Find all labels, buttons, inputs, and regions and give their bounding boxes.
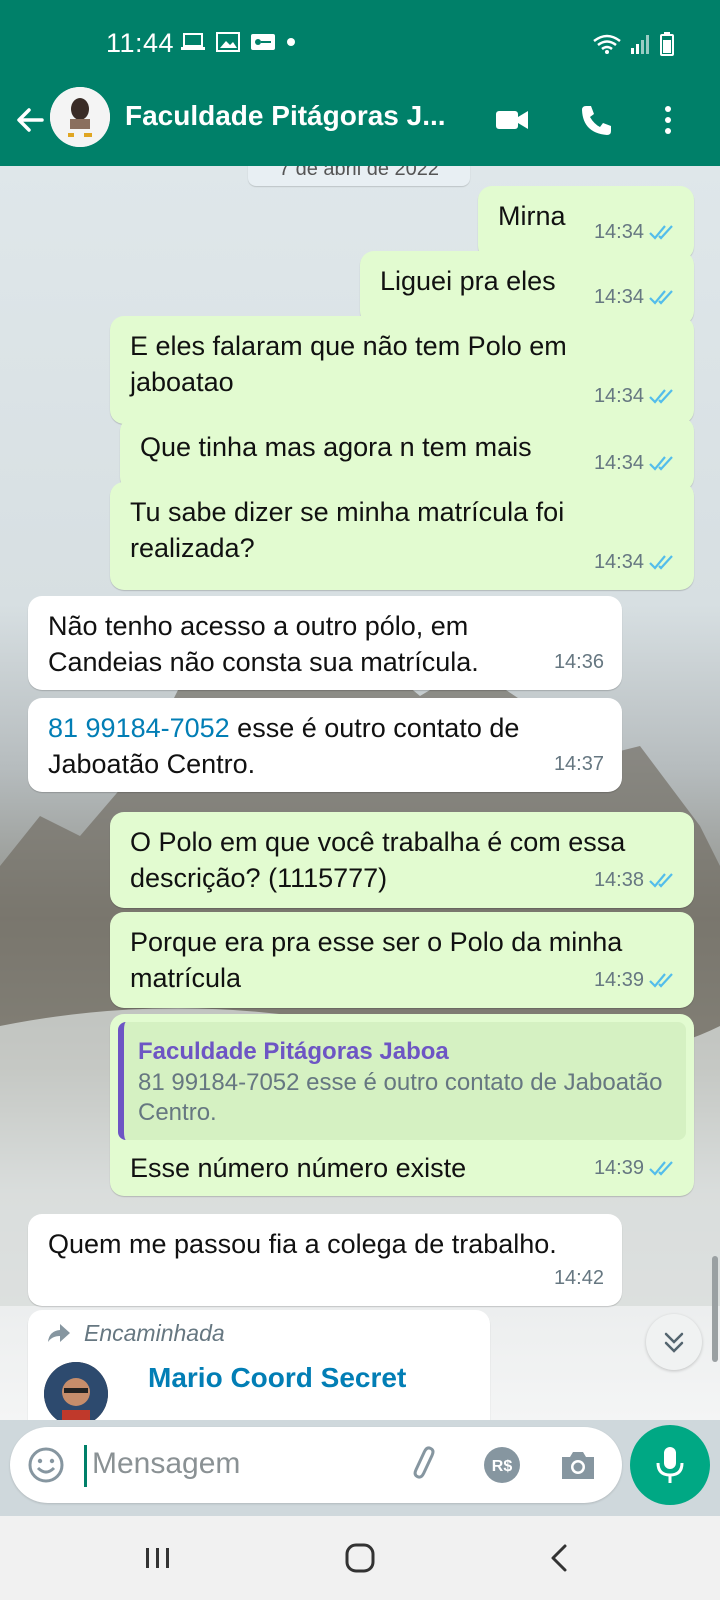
double-check-icon xyxy=(649,873,673,888)
contact-card-name[interactable]: Mario Coord Secret xyxy=(148,1362,406,1394)
composer-bar: Mensagem R$ xyxy=(0,1420,720,1508)
more-options-icon[interactable] xyxy=(650,102,686,138)
message-input-field[interactable]: Mensagem R$ xyxy=(10,1427,622,1503)
message-time: 14:34 xyxy=(593,452,644,474)
message-bubble-incoming[interactable]: Não tenho acesso a outro pólo, em Candei… xyxy=(28,596,622,690)
contact-card-avatar xyxy=(44,1362,108,1420)
forwarded-contact-message[interactable]: Encaminhada Mario Coord Secret xyxy=(28,1310,490,1420)
message-meta: 14:39 xyxy=(594,962,676,998)
home-icon[interactable] xyxy=(338,1536,382,1580)
message-text: Porque era pra esse ser o Polo da minha … xyxy=(130,927,623,993)
message-text: Não tenho acesso a outro pólo, em Candei… xyxy=(48,611,479,677)
message-bubble-reply[interactable]: Faculdade Pitágoras Jaboa 81 99184-7052 … xyxy=(110,1014,694,1196)
double-chevron-down-icon xyxy=(664,1332,684,1353)
chat-header: Faculdade Pitágoras J... xyxy=(0,82,720,166)
quoted-message[interactable]: Faculdade Pitágoras Jaboa 81 99184-7052 … xyxy=(118,1022,686,1140)
message-time: 14:34 xyxy=(593,551,644,573)
message-bubble-outgoing[interactable]: Mirna 14:34 xyxy=(478,186,694,260)
microphone-icon xyxy=(656,1447,684,1483)
message-time: 14:37 xyxy=(553,753,604,775)
laptop-icon xyxy=(181,33,205,50)
avatar-image xyxy=(50,87,110,147)
message-time: 14:34 xyxy=(593,286,644,308)
wifi-icon xyxy=(593,34,621,54)
scroll-to-bottom-button[interactable] xyxy=(646,1314,702,1370)
contact-card-photo xyxy=(44,1362,108,1420)
double-check-icon xyxy=(649,555,673,570)
contact-avatar[interactable] xyxy=(50,87,110,147)
message-time: 14:34 xyxy=(593,221,644,243)
message-text: Tu sabe dizer se minha matrícula foi rea… xyxy=(130,497,565,563)
signal-icon xyxy=(631,35,649,54)
camera-icon[interactable] xyxy=(558,1445,598,1485)
recent-apps-icon[interactable] xyxy=(136,1536,180,1580)
message-time: 14:38 xyxy=(593,869,644,891)
status-time: 11:44 xyxy=(106,28,175,58)
double-check-icon xyxy=(649,973,673,988)
message-meta: 14:37 xyxy=(554,746,604,782)
message-bubble-incoming[interactable]: 81 99184-7052 esse é outro contato de Ja… xyxy=(28,698,622,792)
message-meta: 14:34 xyxy=(594,544,676,580)
notification-icons xyxy=(180,32,296,52)
double-check-icon xyxy=(649,290,673,305)
message-bubble-incoming[interactable]: Quem me passou fia a colega de trabalho.… xyxy=(28,1214,622,1306)
message-text: E eles falaram que não tem Polo em jaboa… xyxy=(130,331,567,397)
double-check-icon xyxy=(649,389,673,404)
message-bubble-outgoing[interactable]: Tu sabe dizer se minha matrícula foi rea… xyxy=(110,482,694,590)
message-meta: 14:42 xyxy=(554,1260,604,1296)
double-check-icon xyxy=(649,1161,673,1176)
message-meta: 14:34 xyxy=(594,214,676,250)
message-meta: 14:34 xyxy=(594,445,676,481)
message-time: 14:36 xyxy=(553,651,604,673)
scrollbar[interactable] xyxy=(712,1256,718,1362)
quoted-text: 81 99184-7052 esse é outro contato de Ja… xyxy=(138,1069,663,1126)
message-meta: 14:34 xyxy=(594,378,676,414)
message-list[interactable]: 7 de abril de 2022 Mirna 14:34 Liguei pr… xyxy=(0,166,720,1420)
forward-icon xyxy=(48,1324,70,1342)
vpn-key-icon xyxy=(251,34,275,50)
voice-call-icon[interactable] xyxy=(578,102,614,138)
phone-link[interactable]: 81 99184-7052 xyxy=(48,713,230,743)
voice-record-button[interactable] xyxy=(630,1425,710,1505)
back-arrow-icon[interactable] xyxy=(12,102,48,138)
status-bar: 11:44 xyxy=(0,0,720,82)
system-navigation-bar xyxy=(0,1516,720,1600)
svg-text:R$: R$ xyxy=(492,1458,513,1475)
message-input-placeholder[interactable]: Mensagem xyxy=(92,1447,240,1481)
message-bubble-outgoing[interactable]: O Polo em que você trabalha é com essa d… xyxy=(110,812,694,908)
message-text: Quem me passou fia a colega de trabalho. xyxy=(48,1229,557,1259)
date-chip: 7 de abril de 2022 xyxy=(248,166,470,186)
emoji-icon[interactable] xyxy=(26,1445,66,1485)
image-icon xyxy=(216,32,240,52)
message-bubble-outgoing[interactable]: Porque era pra esse ser o Polo da minha … xyxy=(110,912,694,1008)
back-nav-icon[interactable] xyxy=(538,1536,582,1580)
message-bubble-outgoing[interactable]: Liguei pra eles 14:34 xyxy=(360,251,694,325)
battery-icon xyxy=(660,32,674,56)
message-bubble-outgoing[interactable]: E eles falaram que não tem Polo em jaboa… xyxy=(110,316,694,424)
forwarded-label: Encaminhada xyxy=(84,1320,225,1346)
double-check-icon xyxy=(649,456,673,471)
dot-icon xyxy=(287,38,295,46)
message-time: 14:34 xyxy=(593,385,644,407)
message-meta: 14:39 xyxy=(594,1150,676,1186)
quoted-sender: Faculdade Pitágoras Jaboa xyxy=(138,1038,449,1065)
message-bubble-outgoing[interactable]: Que tinha mas agora n tem mais 14:34 xyxy=(120,417,694,491)
payment-icon[interactable]: R$ xyxy=(482,1445,522,1485)
video-call-icon[interactable] xyxy=(494,102,530,138)
message-meta: 14:36 xyxy=(554,644,604,680)
message-meta: 14:38 xyxy=(594,862,676,898)
message-text: O Polo em que você trabalha é com essa d… xyxy=(130,827,626,893)
message-meta: 14:34 xyxy=(594,279,676,315)
message-text: Esse número número existe xyxy=(130,1153,467,1183)
attach-icon[interactable] xyxy=(406,1445,446,1485)
system-status-icons xyxy=(592,32,674,56)
double-check-icon xyxy=(649,225,673,240)
message-text: 81 99184-7052 esse é outro contato de Ja… xyxy=(48,710,562,782)
message-time: 14:42 xyxy=(553,1267,604,1289)
text-caret xyxy=(84,1445,87,1487)
message-time: 14:39 xyxy=(593,1157,644,1179)
message-time: 14:39 xyxy=(593,969,644,991)
chat-title[interactable]: Faculdade Pitágoras J... xyxy=(125,100,446,132)
